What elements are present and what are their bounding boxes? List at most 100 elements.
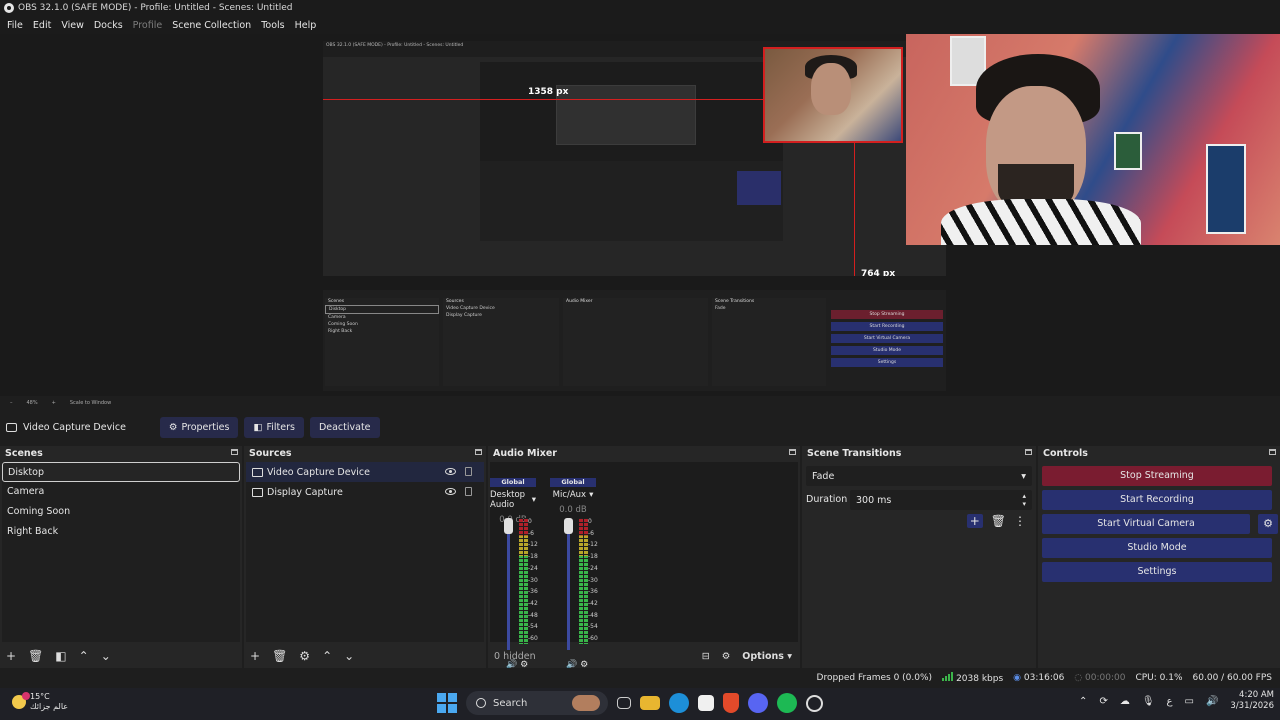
selected-source-name: Video Capture Device — [23, 421, 126, 433]
bitrate-group: 2038 kbps — [942, 672, 1003, 684]
options-button[interactable]: Options ▾ — [742, 651, 792, 662]
move-down-icon[interactable]: ⌄ — [101, 649, 111, 663]
advanced-audio-icon[interactable]: ⚙ — [722, 651, 731, 662]
zoom-mode-select[interactable]: Scale to Window — [70, 400, 111, 406]
lock-icon[interactable] — [465, 467, 472, 476]
audio-mixer-title: Audio Mixer — [493, 447, 557, 459]
scenes-dock: Scenes Disktop Camera Coming Soon Right … — [0, 446, 242, 668]
sources-list: Video Capture Device Display Capture — [246, 462, 484, 642]
tray-overflow-chevron-icon[interactable]: ⌃ — [1079, 696, 1087, 707]
transitions-header: Scene Transitions — [802, 446, 1036, 460]
trash-icon[interactable]: 🗑 — [272, 649, 287, 663]
menu-scene-collection[interactable]: Scene Collection — [167, 20, 256, 31]
volume-icon[interactable]: 🔊 — [1206, 696, 1218, 707]
brave-browser-icon[interactable] — [723, 693, 739, 713]
menu-tools[interactable]: Tools — [256, 20, 289, 31]
undock-icon[interactable] — [231, 449, 238, 455]
weather-widget[interactable]: 15°C عالم جزائك — [12, 692, 68, 712]
add-transition-icon[interactable]: + — [966, 514, 983, 528]
system-tray: ⌃ ⟳ ☁ 🎙 ع ▭ 🔊 4:20 AM 3/31/2026 — [1079, 690, 1274, 712]
channel-badge: Global — [490, 478, 536, 487]
volume-fader-track[interactable] — [507, 532, 510, 650]
add-source-icon[interactable]: + — [250, 649, 260, 663]
windows-start-icon[interactable] — [437, 693, 457, 713]
lock-icon[interactable] — [465, 487, 472, 496]
weather-icon — [12, 692, 30, 709]
volume-fader-track[interactable] — [567, 532, 570, 650]
scene-item-right-back[interactable]: Right Back — [2, 522, 240, 542]
settings-button[interactable]: Settings — [1042, 562, 1272, 582]
taskbar-search[interactable]: Search — [466, 691, 608, 715]
menu-docks[interactable]: Docks — [89, 20, 128, 31]
more-icon[interactable]: ⋮ — [1014, 514, 1026, 528]
search-placeholder: Search — [493, 697, 528, 709]
obs-taskbar-icon[interactable] — [806, 694, 823, 712]
program-preview[interactable]: OBS 32.1.0 (SAFE MODE) - Profile: Untitl… — [323, 41, 946, 391]
stop-streaming-button[interactable]: Stop Streaming — [1042, 466, 1272, 486]
undock-icon[interactable] — [789, 449, 796, 455]
edge-browser-icon[interactable] — [669, 693, 689, 713]
menu-view[interactable]: View — [56, 20, 89, 31]
microphone-icon[interactable]: 🎙 — [1142, 696, 1155, 707]
channel-name-select[interactable]: Desktop Audio ▾ — [490, 490, 536, 510]
preview-area[interactable]: OBS 32.1.0 (SAFE MODE) - Profile: Untitl… — [0, 34, 1280, 396]
undock-icon[interactable] — [475, 449, 482, 455]
windows-taskbar: 15°C عالم جزائك Search ⌃ ⟳ ☁ 🎙 ع ▭ 🔊 4:20… — [0, 688, 1280, 720]
filters-button[interactable]: ◧ Filters — [244, 416, 304, 438]
start-recording-button[interactable]: Start Recording — [1042, 490, 1272, 510]
undock-icon[interactable] — [1269, 449, 1276, 455]
eye-icon[interactable] — [445, 488, 456, 495]
channel-name-select[interactable]: Mic/Aux ▾ — [550, 490, 596, 500]
spotify-icon[interactable] — [777, 693, 797, 713]
filter-icon[interactable]: ◧ — [55, 649, 66, 663]
undock-icon[interactable] — [1025, 449, 1032, 455]
properties-button[interactable]: ⚙ Properties — [159, 416, 239, 438]
eye-icon[interactable] — [445, 468, 456, 475]
volume-fader-handle[interactable] — [504, 518, 513, 534]
transition-select[interactable]: Fade ▾ — [806, 466, 1032, 486]
webcam-overlay-selected[interactable] — [763, 47, 903, 143]
scene-item-coming-soon[interactable]: Coming Soon — [2, 502, 240, 522]
move-down-icon[interactable]: ⌄ — [344, 649, 354, 663]
store-icon[interactable] — [698, 695, 714, 711]
volume-fader-handle[interactable] — [564, 518, 573, 534]
file-explorer-icon[interactable] — [640, 696, 660, 710]
move-up-icon[interactable]: ⌃ — [79, 649, 89, 663]
network-icon[interactable]: ▭ — [1185, 696, 1194, 707]
sources-title: Sources — [249, 447, 292, 459]
zoom-in-button[interactable]: + — [52, 400, 56, 406]
trash-icon[interactable]: 🗑 — [28, 649, 43, 663]
scene-item-camera[interactable]: Camera — [2, 482, 240, 502]
scene-item-disktop[interactable]: Disktop — [2, 462, 240, 482]
sync-icon[interactable]: ⟳ — [1099, 696, 1107, 707]
scale-tick: -42 — [588, 599, 598, 607]
studio-mode-button[interactable]: Studio Mode — [1042, 538, 1272, 558]
scale-tick: -6 — [528, 529, 534, 537]
source-item-display-capture[interactable]: Display Capture — [246, 482, 484, 502]
menu-file[interactable]: File — [2, 20, 28, 31]
virtual-camera-settings-gear-icon[interactable]: ⚙ — [1258, 514, 1278, 534]
deactivate-button[interactable]: Deactivate — [309, 416, 380, 438]
cloud-icon[interactable]: ☁ — [1120, 696, 1130, 707]
menu-help[interactable]: Help — [290, 20, 322, 31]
duration-spinbox[interactable]: 300 ms ▴ ▾ — [850, 490, 1032, 510]
gear-icon[interactable]: ⚙ — [299, 649, 310, 663]
gear-icon: ⚙ — [168, 421, 178, 433]
menu-edit[interactable]: Edit — [28, 20, 56, 31]
discord-icon[interactable] — [748, 693, 768, 713]
source-item-video-capture[interactable]: Video Capture Device — [246, 462, 484, 482]
layout-icon[interactable]: ⊟ — [702, 651, 710, 662]
zoom-out-button[interactable]: – — [10, 400, 13, 406]
move-up-icon[interactable]: ⌃ — [322, 649, 332, 663]
controls-dock: Controls Stop Streaming Start Recording … — [1038, 446, 1280, 668]
mixer-body: Global Desktop Audio ▾ 0.0 dB 0 -6 -12 -1… — [490, 462, 798, 670]
task-view-icon[interactable] — [617, 697, 631, 709]
search-icon — [476, 698, 486, 708]
filters-label: Filters — [266, 421, 295, 433]
trash-icon[interactable]: 🗑 — [991, 514, 1006, 528]
language-indicator[interactable]: ع — [1167, 696, 1173, 707]
spin-arrows-icon[interactable]: ▴ ▾ — [1022, 492, 1026, 508]
start-virtual-camera-button[interactable]: Start Virtual Camera — [1042, 514, 1250, 534]
clock[interactable]: 4:20 AM 3/31/2026 — [1230, 690, 1274, 712]
add-scene-icon[interactable]: + — [6, 649, 16, 663]
